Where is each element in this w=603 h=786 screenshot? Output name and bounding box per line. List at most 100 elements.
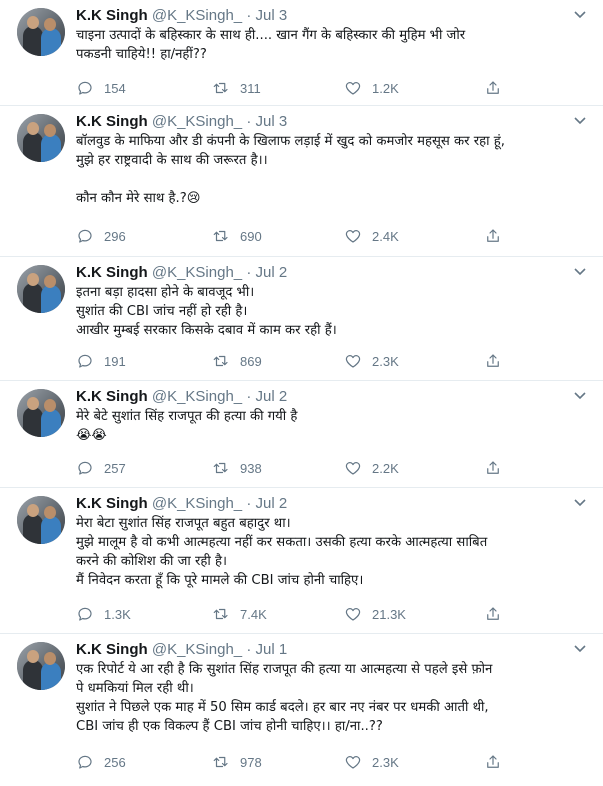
retweet-icon xyxy=(213,608,228,620)
reply-count: 154 xyxy=(104,80,126,96)
avatar[interactable] xyxy=(17,114,65,162)
heart-icon xyxy=(345,82,361,95)
author-name[interactable]: K.K Singh xyxy=(76,7,148,24)
tweet-date[interactable]: Jul 2 xyxy=(255,388,287,405)
reply-count: 296 xyxy=(104,228,126,244)
retweet-button[interactable]: 690 xyxy=(212,226,262,246)
tweet-text: चाइना उत्पादों के बहिस्कार के साथ ही....… xyxy=(76,28,466,62)
share-icon xyxy=(487,755,499,768)
reply-button[interactable]: 154 xyxy=(76,78,126,98)
author-handle[interactable]: @K_KSingh_ xyxy=(152,264,242,281)
like-count: 2.3K xyxy=(372,754,399,770)
heart-icon xyxy=(345,608,361,621)
retweet-button[interactable]: 7.4K xyxy=(212,604,267,624)
share-icon xyxy=(487,354,499,367)
tweet-date[interactable]: Jul 3 xyxy=(255,7,287,24)
share-icon xyxy=(487,229,499,242)
tweet[interactable]: K.K Singh @K_KSingh_ · Jul 1 एक रिपोर्ट … xyxy=(0,634,603,786)
author-name[interactable]: K.K Singh xyxy=(76,641,148,658)
author-name[interactable]: K.K Singh xyxy=(76,495,148,512)
separator: · xyxy=(246,495,252,512)
retweet-icon xyxy=(213,230,228,242)
tweet-text: मेरा बेटा सुशांत सिंह राजपूत बहुत बहादुर… xyxy=(76,516,488,588)
separator: · xyxy=(246,388,252,405)
reply-icon xyxy=(78,229,92,243)
tweet[interactable]: K.K Singh @K_KSingh_ · Jul 2 मेरा बेटा स… xyxy=(0,488,603,634)
like-count: 1.2K xyxy=(372,80,399,96)
reply-button[interactable]: 191 xyxy=(76,351,126,371)
tweet[interactable]: K.K Singh @K_KSingh_ · Jul 3 बॉलवुड के म… xyxy=(0,106,603,257)
reply-icon xyxy=(78,755,92,769)
reply-count: 191 xyxy=(104,353,126,369)
like-button[interactable]: 1.2K xyxy=(344,78,399,98)
tweet-text: बॉलवुड के माफिया और डी कंपनी के खिलाफ लड… xyxy=(76,134,505,206)
reply-icon xyxy=(78,607,92,621)
share-button[interactable] xyxy=(484,78,512,98)
heart-icon xyxy=(345,355,361,368)
retweet-button[interactable]: 978 xyxy=(212,752,262,772)
tweet-text: इतना बड़ा हादसा होने के बावजूद भी। सुशां… xyxy=(76,285,337,338)
retweet-button[interactable]: 311 xyxy=(212,78,261,98)
tweet-text: मेरे बेटे सुशांत सिंह राजपूत की हत्या की… xyxy=(76,409,298,443)
retweet-count: 869 xyxy=(240,353,262,369)
heart-icon xyxy=(345,462,361,475)
author-handle[interactable]: @K_KSingh_ xyxy=(152,495,242,512)
tweet-date[interactable]: Jul 2 xyxy=(255,495,287,512)
author-name[interactable]: K.K Singh xyxy=(76,264,148,281)
author-name[interactable]: K.K Singh xyxy=(76,113,148,130)
separator: · xyxy=(246,113,252,130)
share-button[interactable] xyxy=(484,351,512,371)
like-button[interactable]: 21.3K xyxy=(344,604,406,624)
retweet-icon xyxy=(213,82,228,94)
avatar[interactable] xyxy=(17,496,65,544)
like-button[interactable]: 2.3K xyxy=(344,752,399,772)
reply-button[interactable]: 256 xyxy=(76,752,126,772)
tweet[interactable]: K.K Singh @K_KSingh_ · Jul 2 इतना बड़ा ह… xyxy=(0,257,603,381)
reply-button[interactable]: 1.3K xyxy=(76,604,131,624)
share-button[interactable] xyxy=(484,604,512,624)
avatar[interactable] xyxy=(17,8,65,56)
retweet-button[interactable]: 938 xyxy=(212,458,262,478)
avatar[interactable] xyxy=(17,642,65,690)
retweet-button[interactable]: 869 xyxy=(212,351,262,371)
reply-button[interactable]: 257 xyxy=(76,458,126,478)
like-button[interactable]: 2.3K xyxy=(344,351,399,371)
reply-icon xyxy=(78,354,92,368)
avatar[interactable] xyxy=(17,265,65,313)
author-handle[interactable]: @K_KSingh_ xyxy=(152,7,242,24)
reply-count: 257 xyxy=(104,460,126,476)
reply-count: 1.3K xyxy=(104,606,131,622)
reply-count: 256 xyxy=(104,754,126,770)
share-icon xyxy=(487,461,499,474)
retweet-icon xyxy=(213,756,228,768)
tweet-text: एक रिपोर्ट ये आ रही है कि सुशांत सिंह रा… xyxy=(76,662,493,734)
retweet-count: 978 xyxy=(240,754,262,770)
like-button[interactable]: 2.2K xyxy=(344,458,399,478)
retweet-count: 7.4K xyxy=(240,606,267,622)
author-handle[interactable]: @K_KSingh_ xyxy=(152,641,242,658)
reply-icon xyxy=(78,461,92,475)
separator: · xyxy=(246,7,252,24)
reply-button[interactable]: 296 xyxy=(76,226,126,246)
author-handle[interactable]: @K_KSingh_ xyxy=(152,113,242,130)
tweet-date[interactable]: Jul 1 xyxy=(255,641,287,658)
reply-icon xyxy=(78,81,92,95)
tweet-date[interactable]: Jul 3 xyxy=(255,113,287,130)
like-count: 2.2K xyxy=(372,460,399,476)
share-icon xyxy=(487,81,499,94)
tweet[interactable]: K.K Singh @K_KSingh_ · Jul 3 चाइना उत्पा… xyxy=(0,0,603,106)
share-button[interactable] xyxy=(484,226,512,246)
separator: · xyxy=(246,264,252,281)
avatar[interactable] xyxy=(17,389,65,437)
retweet-icon xyxy=(213,462,228,474)
share-button[interactable] xyxy=(484,458,512,478)
like-count: 2.3K xyxy=(372,353,399,369)
author-handle[interactable]: @K_KSingh_ xyxy=(152,388,242,405)
retweet-count: 690 xyxy=(240,228,262,244)
tweet-date[interactable]: Jul 2 xyxy=(255,264,287,281)
heart-icon xyxy=(345,756,361,769)
like-button[interactable]: 2.4K xyxy=(344,226,399,246)
share-button[interactable] xyxy=(484,752,512,772)
author-name[interactable]: K.K Singh xyxy=(76,388,148,405)
tweet[interactable]: K.K Singh @K_KSingh_ · Jul 2 मेरे बेटे स… xyxy=(0,381,603,488)
